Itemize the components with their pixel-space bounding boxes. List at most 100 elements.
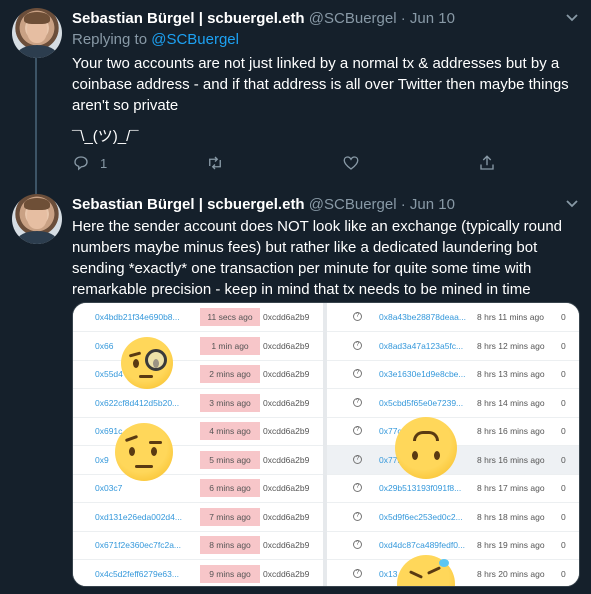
tx-extra: 0 bbox=[561, 340, 566, 351]
tx-extra: 0 bbox=[561, 540, 566, 550]
tx-to-address: 0xcdd6a2b9 bbox=[263, 340, 310, 351]
avatar[interactable] bbox=[12, 8, 62, 58]
tx-row: 0x622cf8d412d5b20... 3 mins ago 0xcdd6a2b9 bbox=[73, 389, 323, 418]
tx-hash: 0x29b513193f091f8... bbox=[379, 483, 462, 493]
tweet-date[interactable]: Jun 10 bbox=[410, 196, 455, 213]
tx-hash: 0x622cf8d412d5b20... bbox=[95, 397, 180, 408]
tx-status-icon: ? bbox=[353, 312, 362, 321]
user-handle[interactable]: @SCBuergel bbox=[309, 196, 397, 213]
tx-status-icon: ? bbox=[353, 540, 362, 549]
separator: · bbox=[400, 10, 406, 27]
tx-extra: 0 bbox=[561, 312, 566, 322]
tx-hash: 0x4bdb21f34e690b8... bbox=[95, 312, 180, 322]
tx-row: ? 0x8a43be28878deaa... 8 hrs 11 mins ago 0 bbox=[327, 303, 579, 332]
tweet-header: Sebastian Bürgel | scbuergel.eth @SCBuer… bbox=[72, 196, 455, 213]
tx-status-icon: ? bbox=[353, 397, 362, 407]
tx-hash: 0x5d9f6ec253ed0c2... bbox=[379, 511, 463, 522]
tx-row: 0x03c7 6 mins ago 0xcdd6a2b9 bbox=[73, 474, 323, 503]
tx-age-highlight: 5 mins ago bbox=[200, 450, 260, 469]
tx-hash: 0x66 bbox=[95, 340, 114, 351]
tx-extra: 0 bbox=[561, 454, 566, 465]
media-left-panel: 0x4bdb21f34e690b8... 11 secs ago 0xcdd6a2b… bbox=[73, 303, 323, 587]
reply-button[interactable]: 1 bbox=[72, 154, 107, 172]
face-with-raised-eyebrow-emoji bbox=[115, 423, 173, 481]
upside-down-face-emoji bbox=[395, 417, 457, 479]
tx-age: 8 hrs 19 mins ago bbox=[477, 540, 545, 550]
tx-status-icon: ? bbox=[353, 426, 362, 435]
tweet-header: Sebastian Bürgel | scbuergel.eth @SCBuer… bbox=[72, 10, 455, 27]
tx-age-highlight: 1 min ago bbox=[200, 336, 260, 355]
tx-extra: 0 bbox=[561, 483, 566, 493]
chevron-down-icon[interactable] bbox=[565, 10, 579, 26]
tx-to-address: 0xcdd6a2b9 bbox=[263, 511, 310, 522]
tx-extra: 0 bbox=[561, 397, 566, 408]
tx-hash: 0x03c7 bbox=[95, 483, 123, 493]
like-button[interactable] bbox=[342, 154, 360, 172]
tx-to-address: 0xcdd6a2b9 bbox=[263, 312, 310, 322]
tweet-media-image[interactable]: 0x4bdb21f34e690b8... 11 secs ago 0xcdd6a2b… bbox=[72, 302, 580, 587]
tx-row: 0x4bdb21f34e690b8... 11 secs ago 0xcdd6a2b… bbox=[73, 303, 323, 332]
user-handle[interactable]: @SCBuergel bbox=[309, 10, 397, 27]
tx-age: 8 hrs 18 mins ago bbox=[477, 511, 545, 522]
tx-extra: 0 bbox=[561, 568, 566, 579]
share-button[interactable] bbox=[478, 154, 496, 172]
tx-to-address: 0xcdd6a2b9 bbox=[263, 454, 310, 465]
heart-icon bbox=[343, 156, 359, 170]
tx-row: 0x9 5 mins ago 0xcdd6a2b9 bbox=[73, 446, 323, 475]
tx-row: 0x4c5d2feff6279e63... 9 mins ago 0xcdd6a2b… bbox=[73, 560, 323, 587]
tx-age-highlight: 8 mins ago bbox=[200, 536, 260, 554]
replying-label: Replying to bbox=[72, 31, 148, 48]
tx-hash: 0x8a43be28878deaa... bbox=[379, 312, 466, 322]
tx-age-highlight: 11 secs ago bbox=[200, 308, 260, 326]
tx-row: 0x691c 4 mins ago 0xcdd6a2b9 bbox=[73, 417, 323, 446]
chevron-down-icon[interactable] bbox=[565, 196, 579, 212]
tx-hash: 0x5cbd5f65e0e7239... bbox=[379, 397, 464, 408]
tx-hash: 0x3e1630e1d9e8cbe... bbox=[379, 369, 466, 379]
tx-age-highlight: 9 mins ago bbox=[200, 564, 260, 583]
tx-to-address: 0xcdd6a2b9 bbox=[263, 483, 310, 493]
replying-handle-link[interactable]: @SCBuergel bbox=[151, 31, 239, 48]
tx-row: ? 0x5cbd5f65e0e7239... 8 hrs 14 mins ago 0 bbox=[327, 389, 579, 418]
tx-status-icon: ? bbox=[353, 454, 362, 464]
tx-row: 0x55d4 2 mins ago 0xcdd6a2b9 bbox=[73, 360, 323, 389]
tx-hash: 0x13 bbox=[379, 568, 398, 579]
retweet-button[interactable] bbox=[206, 154, 224, 172]
tweet-shrug-text: ¯\_(ツ)_/¯ bbox=[72, 128, 139, 145]
display-name[interactable]: Sebastian Bürgel | scbuergel.eth bbox=[72, 196, 305, 213]
tx-age: 8 hrs 16 mins ago bbox=[477, 426, 545, 436]
tx-to-address: 0xcdd6a2b9 bbox=[263, 426, 310, 436]
retweet-icon bbox=[209, 156, 221, 170]
face-with-monocle-emoji bbox=[121, 337, 173, 389]
tx-age: 8 hrs 16 mins ago bbox=[477, 454, 545, 465]
tweet[interactable]: Sebastian Bürgel | scbuergel.eth @SCBuer… bbox=[0, 186, 591, 594]
tx-age: 8 hrs 20 mins ago bbox=[477, 568, 545, 579]
tx-hash: 0x691c bbox=[95, 426, 123, 436]
avatar[interactable] bbox=[12, 194, 62, 244]
tx-age-highlight: 7 mins ago bbox=[200, 507, 260, 526]
tx-row: ? 0x8ad3a47a123a5fc... 8 hrs 12 mins ago 0 bbox=[327, 332, 579, 361]
tx-hash: 0x8ad3a47a123a5fc... bbox=[379, 340, 464, 351]
tx-age-highlight: 6 mins ago bbox=[200, 479, 260, 497]
tweet-date[interactable]: Jun 10 bbox=[410, 10, 455, 27]
tx-extra: 0 bbox=[561, 369, 566, 379]
tx-to-address: 0xcdd6a2b9 bbox=[263, 568, 310, 579]
separator: · bbox=[400, 196, 406, 213]
tx-row: ? 0x3e1630e1d9e8cbe... 8 hrs 13 mins ago 0 bbox=[327, 360, 579, 389]
tx-to-address: 0xcdd6a2b9 bbox=[263, 540, 310, 550]
tx-row: ? 0x29b513193f091f8... 8 hrs 17 mins ago 0 bbox=[327, 474, 579, 503]
tx-age: 8 hrs 17 mins ago bbox=[477, 483, 545, 493]
tx-to-address: 0xcdd6a2b9 bbox=[263, 397, 310, 408]
tx-hash: 0x55d4 bbox=[95, 369, 123, 379]
media-right-panel: ? 0x8a43be28878deaa... 8 hrs 11 mins ago 0?… bbox=[327, 303, 579, 586]
tweet[interactable]: Sebastian Bürgel | scbuergel.eth @SCBuer… bbox=[0, 0, 591, 208]
tx-age: 8 hrs 13 mins ago bbox=[477, 369, 545, 379]
tx-row: 0x66 1 min ago 0xcdd6a2b9 bbox=[73, 332, 323, 361]
tx-hash: 0xd131e26eda002d4... bbox=[95, 511, 182, 522]
tx-age: 8 hrs 11 mins ago bbox=[477, 312, 544, 322]
tx-status-icon: ? bbox=[353, 511, 362, 521]
tx-age: 8 hrs 14 mins ago bbox=[477, 397, 545, 408]
tx-status-icon: ? bbox=[353, 568, 362, 578]
tx-extra: 0 bbox=[561, 426, 566, 436]
tx-age-highlight: 4 mins ago bbox=[200, 422, 260, 440]
display-name[interactable]: Sebastian Bürgel | scbuergel.eth bbox=[72, 10, 305, 27]
